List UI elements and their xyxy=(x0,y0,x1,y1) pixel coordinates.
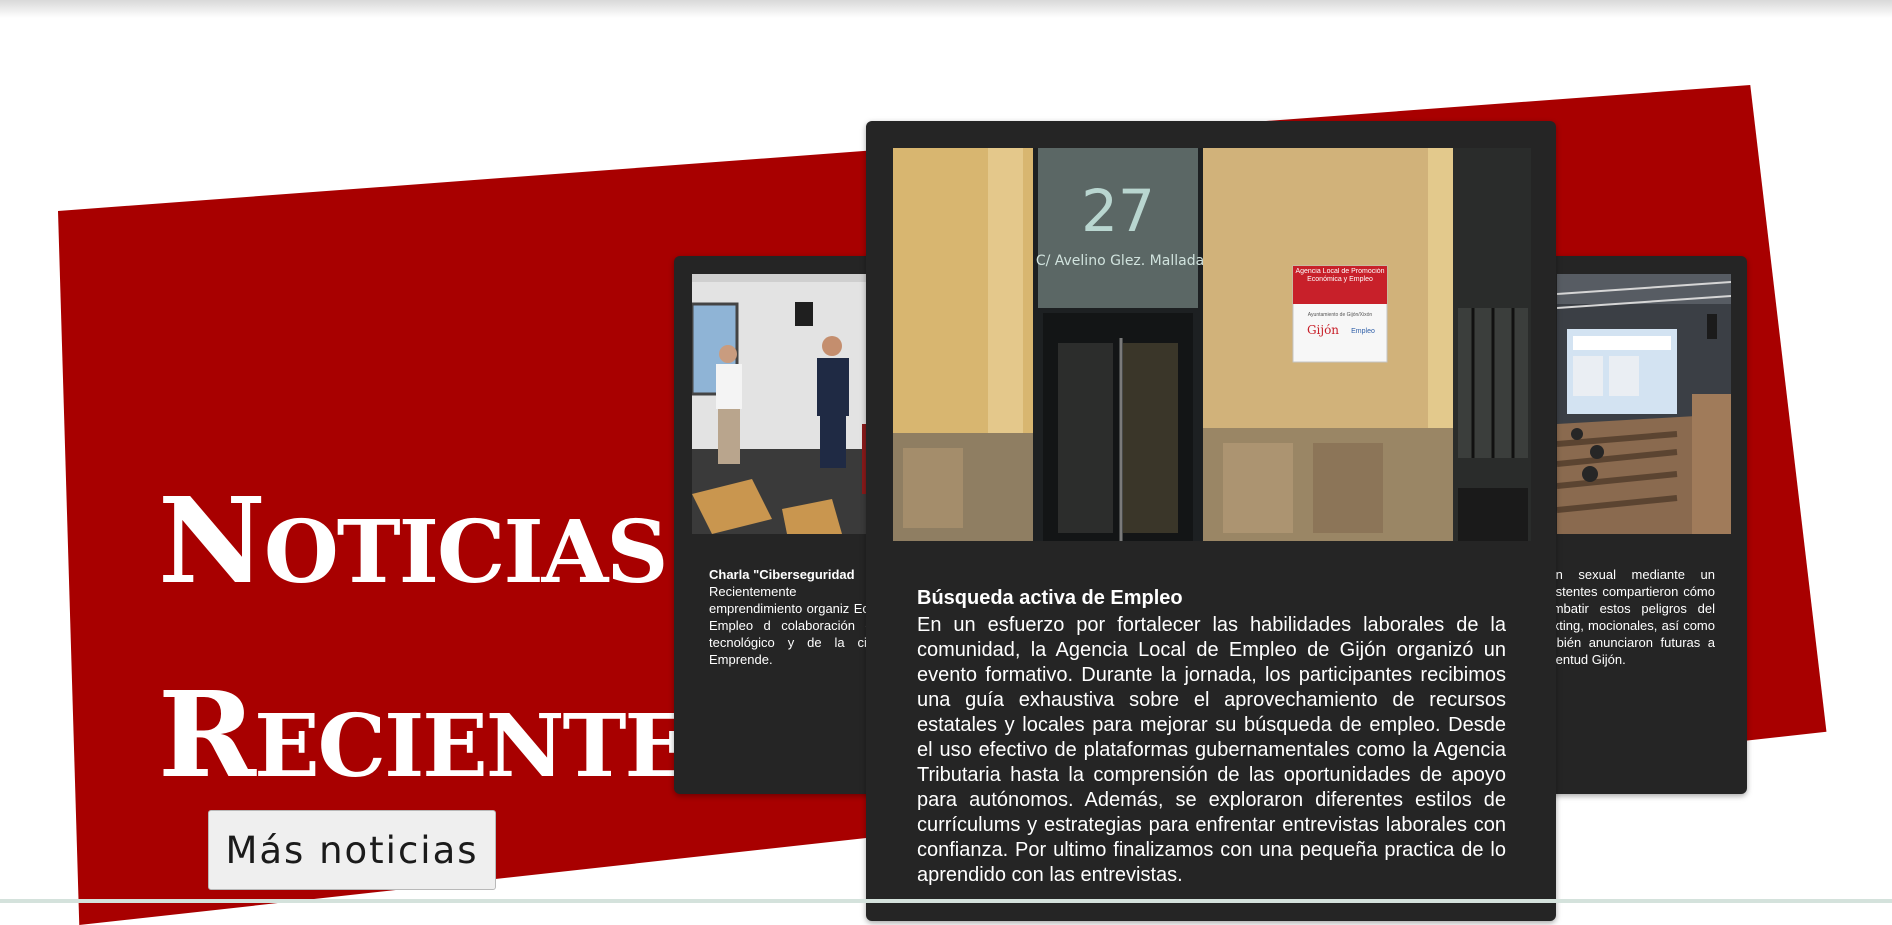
gijon-logo-text: Gijón xyxy=(1307,323,1339,337)
news-card-featured[interactable]: 27 C/ Avelino Glez. Mallada Agencia Loca… xyxy=(866,121,1556,921)
page-bottom-border xyxy=(0,899,1892,903)
agency-sign-title: Agencia Local de Promoción Económica y E… xyxy=(1295,268,1385,283)
people-presenting-photo xyxy=(692,274,874,534)
heading-initial-r: R xyxy=(158,665,256,804)
agency-sign-subtitle: Ayuntamiento de Gijón/Xixón xyxy=(1308,312,1373,318)
more-news-button[interactable]: Más noticias xyxy=(208,810,496,890)
empleo-logo-text: Empleo xyxy=(1351,328,1375,335)
news-card-left-title: Charla "Ciberseguridad xyxy=(709,567,855,582)
news-card-right-text: ción sexual mediante un asistentes compa… xyxy=(1539,566,1715,668)
employment-agency-photo: 27 C/ Avelino Glez. Mallada Agencia Loca… xyxy=(893,148,1531,541)
section-heading: NOTICIAS RECIENTES xyxy=(158,462,750,850)
news-card-left[interactable]: Charla "Ciberseguridad Recientemente asi… xyxy=(674,256,874,794)
news-card-featured-body: En un esfuerzo por fortalecer las habili… xyxy=(917,614,1506,886)
door-number-text: 27 xyxy=(1081,177,1155,245)
heading-word-noticias: OTICIAS xyxy=(263,502,669,603)
news-card-right[interactable]: ción sexual mediante un asistentes compa… xyxy=(1535,256,1747,794)
street-name-text: C/ Avelino Glez. Mallada xyxy=(1036,253,1204,269)
heading-line-1: NOTICIAS xyxy=(158,462,748,656)
auditorium-photo xyxy=(1557,274,1731,534)
news-card-featured-title: Búsqueda activa de Empleo xyxy=(917,587,1183,609)
news-card-left-text: Charla "Ciberseguridad Recientemente asi… xyxy=(709,566,874,668)
header-shadow xyxy=(0,0,1892,18)
news-card-left-body: Recientemente asistimos emprendimiento o… xyxy=(709,584,874,667)
heading-initial-n: N xyxy=(158,471,266,610)
news-card-right-body: ción sexual mediante un asistentes compa… xyxy=(1539,567,1715,667)
